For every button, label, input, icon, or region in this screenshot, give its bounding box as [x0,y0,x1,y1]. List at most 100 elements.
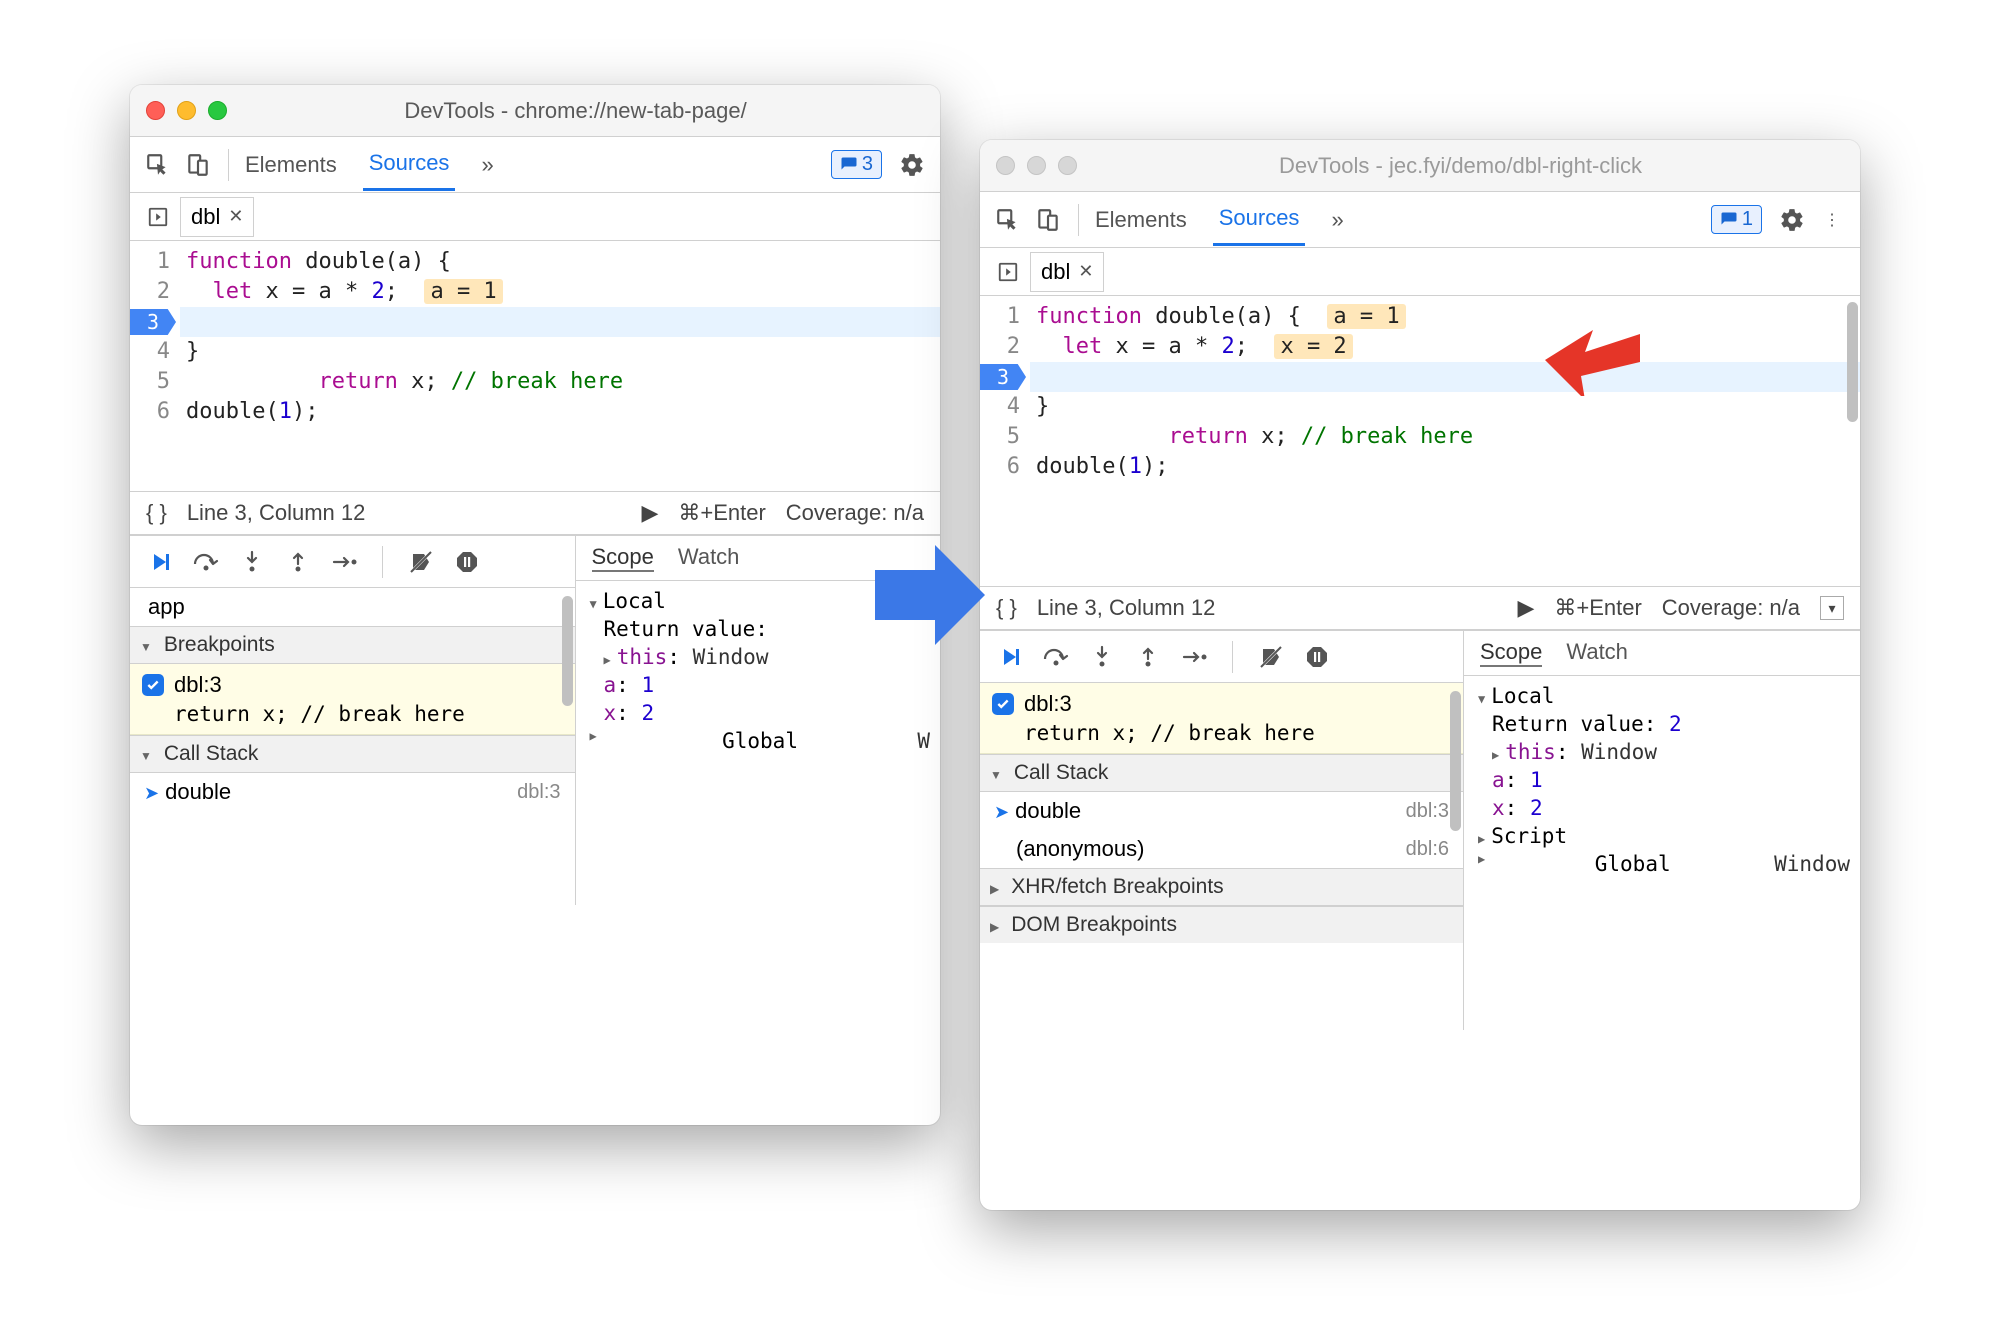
tab-sources[interactable]: Sources [1213,193,1306,246]
code-token: function [1036,304,1142,329]
tab-sources[interactable]: Sources [363,138,456,191]
scope-row[interactable]: this: Window [1474,738,1850,766]
code-panel: 123456 function double(a) { a = 1 let x … [980,296,1860,586]
tab-scope[interactable]: Scope [1480,639,1542,667]
step-over-icon[interactable] [188,544,224,580]
code-token: 2 [371,279,384,304]
breakpoint-item[interactable]: dbl:3 return x; // break here [980,683,1463,754]
device-icon[interactable] [178,145,218,185]
file-tab-dbl[interactable]: dbl ✕ [1030,252,1104,292]
scrollbar-thumb[interactable] [562,596,573,706]
run-shortcut: ⌘+Enter [678,500,765,526]
issues-badge[interactable]: 1 [1711,205,1762,234]
scope-global[interactable]: GlobalW [586,727,931,755]
inspect-icon[interactable] [138,145,178,185]
device-icon[interactable] [1028,200,1068,240]
callstack-row[interactable]: ➤double dbl:3 [130,773,575,811]
close-icon[interactable] [996,156,1015,175]
tab-more[interactable]: » [1325,195,1349,245]
resume-icon[interactable] [142,544,178,580]
sidebar-item[interactable]: app [130,588,575,626]
scope-row: Return value: 2 [1474,710,1850,738]
step-over-icon[interactable] [1038,639,1074,675]
pause-exceptions-icon[interactable] [449,544,485,580]
step-out-icon[interactable] [280,544,316,580]
navigator-icon[interactable] [986,252,1030,292]
minimize-icon[interactable] [1027,156,1046,175]
issues-badge[interactable]: 3 [831,150,882,179]
breakpoint-marker[interactable]: 3 [980,364,1026,390]
code-token: 1 [1129,454,1142,479]
code-token: x; [398,369,451,394]
code-line: } [180,337,940,367]
step-icon[interactable] [326,544,362,580]
code-token: return [292,369,398,394]
braces-icon[interactable]: { } [996,595,1017,621]
titlebar: DevTools - jec.fyi/demo/dbl-right-click [980,140,1860,192]
close-icon[interactable]: ✕ [1078,261,1093,282]
callstack-header[interactable]: Call Stack [980,754,1463,792]
scrollbar-thumb[interactable] [1847,302,1858,422]
code-token: ); [292,399,319,424]
run-icon[interactable]: ▶ [641,500,658,526]
tab-elements[interactable]: Elements [1089,195,1193,245]
breakpoint-item[interactable]: dbl:3 return x; // break here [130,664,575,735]
braces-icon[interactable]: { } [146,500,167,526]
current-frame-icon: ➤ [144,783,159,803]
tab-watch[interactable]: Watch [678,544,740,572]
code-token: // break here [1301,424,1473,449]
navigator-icon[interactable] [136,197,180,237]
current-frame-icon: ➤ [994,802,1009,822]
dom-header[interactable]: DOM Breakpoints [980,906,1463,943]
scope-global[interactable]: GlobalWindow [1474,850,1850,878]
step-icon[interactable] [1176,639,1212,675]
tab-scope[interactable]: Scope [592,544,654,572]
checkbox-icon[interactable] [992,693,1014,715]
pause-exceptions-icon[interactable] [1299,639,1335,675]
code-area[interactable]: function double(a) { let x = a * 2; a = … [180,241,940,491]
scope-tabs: Scope Watch [1464,631,1860,676]
inspect-icon[interactable] [988,200,1028,240]
step-out-icon[interactable] [1130,639,1166,675]
code-token: // break here [451,369,623,394]
gear-icon[interactable] [1772,200,1812,240]
close-icon[interactable] [146,101,165,120]
step-into-icon[interactable] [234,544,270,580]
tab-elements[interactable]: Elements [239,140,343,190]
callstack-row[interactable]: (anonymous) dbl:6 [980,830,1463,868]
scrollbar-thumb[interactable] [1450,691,1461,831]
code-token: x = a * [252,279,371,304]
maximize-icon[interactable] [208,101,227,120]
callstack-header[interactable]: Call Stack [130,735,575,773]
kebab-icon[interactable]: ⋮ [1812,200,1852,240]
file-tab-dbl[interactable]: dbl ✕ [180,197,254,237]
callstack-row[interactable]: ➤double dbl:3 [980,792,1463,830]
checkbox-icon[interactable] [142,674,164,696]
annotation-arrow-blue [870,540,990,650]
scope-script[interactable]: Script [1474,822,1850,850]
tab-more[interactable]: » [475,140,499,190]
coverage-label: Coverage: n/a [1662,595,1800,621]
breakpoint-marker[interactable]: 3 [130,309,176,335]
tab-watch[interactable]: Watch [1566,639,1628,667]
code-area[interactable]: function double(a) { a = 1 let x = a * 2… [1030,296,1860,586]
debugger-pane: dbl:3 return x; // break here Call Stack… [980,630,1860,1030]
traffic-lights [146,101,227,120]
scope-local[interactable]: Local [1474,682,1850,710]
run-icon[interactable]: ▶ [1517,595,1534,621]
inline-value: a = 1 [1327,304,1405,329]
maximize-icon[interactable] [1058,156,1077,175]
code-token: double(a) { [292,249,451,274]
step-into-icon[interactable] [1084,639,1120,675]
status-bar: { } Line 3, Column 12 ▶ ⌘+Enter Coverage… [130,491,940,535]
xhr-header[interactable]: XHR/fetch Breakpoints [980,868,1463,906]
resume-icon[interactable] [992,639,1028,675]
breakpoint-code: return x; // break here [142,702,563,726]
deactivate-breakpoints-icon[interactable] [403,544,439,580]
gear-icon[interactable] [892,145,932,185]
breakpoints-header[interactable]: Breakpoints [130,626,575,664]
minimize-icon[interactable] [177,101,196,120]
expand-icon[interactable]: ▾ [1820,596,1844,620]
deactivate-breakpoints-icon[interactable] [1253,639,1289,675]
close-icon[interactable]: ✕ [228,206,243,227]
